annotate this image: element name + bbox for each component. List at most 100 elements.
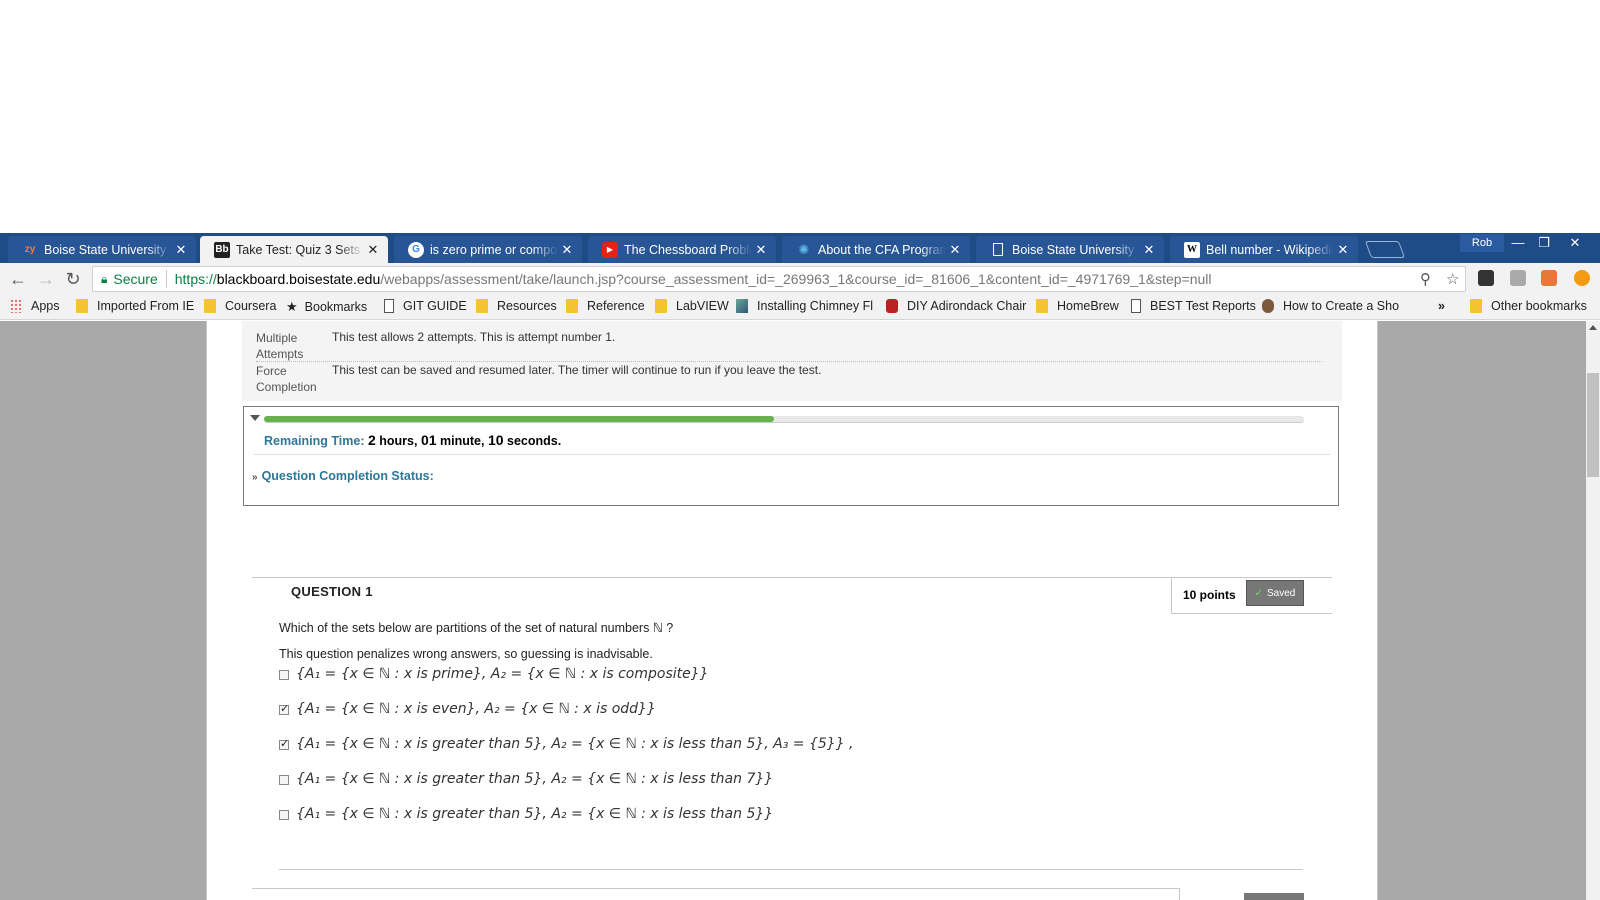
answer-label: {A₁ = {x ∈ ℕ : x is even}, A₂ = {x ∈ ℕ :… xyxy=(296,701,656,717)
bookmark-star-icon[interactable]: ☆ xyxy=(1446,270,1459,288)
close-tab-icon[interactable]: ✕ xyxy=(752,242,770,258)
url-host: blackboard.boisestate.edu xyxy=(216,271,381,287)
question-title: QUESTION 1 xyxy=(291,584,373,599)
answer-checkbox[interactable] xyxy=(279,670,289,680)
bookmark-imported-from-ie[interactable]: Imported From IE xyxy=(76,299,194,313)
multiple-attempts-value: This test allows 2 attempts. This is att… xyxy=(332,330,616,344)
bookmark-reference[interactable]: Reference xyxy=(566,299,645,313)
tab-youtube[interactable]: ▶ The Chessboard Problem ✕ xyxy=(588,236,776,263)
answer-label: {A₁ = {x ∈ ℕ : x is greater than 5}, A₂ … xyxy=(296,806,774,822)
collapse-triangle-icon[interactable] xyxy=(250,415,260,421)
youtube-icon: ▶ xyxy=(602,241,618,258)
address-bar[interactable]: 🔒︎ Secure https:// blackboard.boisestate… xyxy=(92,266,1466,292)
answer-option[interactable]: {A₁ = {x ∈ ℕ : x is prime}, A₂ = {x ∈ ℕ … xyxy=(279,666,709,682)
answer-label: {A₁ = {x ∈ ℕ : x is prime}, A₂ = {x ∈ ℕ … xyxy=(296,666,709,682)
close-tab-icon[interactable]: ✕ xyxy=(1334,242,1352,258)
timer-panel: Remaining Time: 2 hours, 01 minute, 10 s… xyxy=(243,406,1339,506)
answer-option[interactable]: {A₁ = {x ∈ ℕ : x is greater than 5}, A₂ … xyxy=(279,806,773,822)
extension-icon[interactable] xyxy=(1541,270,1557,286)
question-completion-status-toggle[interactable]: » Question Completion Status: xyxy=(252,469,434,483)
answer-option[interactable]: {A₁ = {x ∈ ℕ : x is greater than 5}, A₂ … xyxy=(279,736,854,752)
saved-badge[interactable]: ✓ Saved xyxy=(1246,580,1304,606)
next-question-header xyxy=(252,888,1180,900)
bookmark-bookmarks[interactable]: ★ Bookmarks xyxy=(286,299,367,315)
divider xyxy=(252,577,1332,578)
tab-google-search[interactable]: G is zero prime or composi ✕ xyxy=(394,236,582,263)
saved-label: Saved xyxy=(1267,587,1296,599)
question-text: Which of the sets below are partitions o… xyxy=(279,621,674,635)
bookmark-coursera[interactable]: Coursera xyxy=(204,299,276,313)
profile-button[interactable]: Rob xyxy=(1460,234,1504,252)
divider xyxy=(279,869,1303,870)
tab-cfa[interactable]: ✺ About the CFA Program ✕ xyxy=(782,236,970,263)
tab-title: is zero prime or composi xyxy=(430,242,558,257)
bookmark-git-guide[interactable]: GIT GUIDE xyxy=(384,299,467,313)
answer-checkbox[interactable] xyxy=(279,737,289,750)
time-progress-fill xyxy=(264,416,774,422)
tab-title: Boise State University - L xyxy=(1012,242,1140,257)
forward-icon[interactable]: → xyxy=(35,268,57,290)
more-bookmarks-button[interactable]: » xyxy=(1438,299,1445,313)
bookmark-diy-adirondack[interactable]: DIY Adirondack Chair xyxy=(886,299,1026,313)
bookmark-label: HomeBrew xyxy=(1057,299,1119,313)
seconds-value: 10 xyxy=(487,432,504,448)
answer-option[interactable]: {A₁ = {x ∈ ℕ : x is greater than 5}, A₂ … xyxy=(279,771,773,787)
remaining-time: Remaining Time: 2 hours, 01 minute, 10 s… xyxy=(264,432,561,448)
extension-icon[interactable] xyxy=(1510,270,1526,286)
answer-option[interactable]: {A₁ = {x ∈ ℕ : x is even}, A₂ = {x ∈ ℕ :… xyxy=(279,701,656,717)
close-tab-icon[interactable]: ✕ xyxy=(172,242,190,258)
answer-checkbox[interactable] xyxy=(279,702,289,715)
divider xyxy=(256,361,1322,362)
bookmark-label: DIY Adirondack Chair xyxy=(907,299,1027,313)
bookmark-homebrew[interactable]: HomeBrew xyxy=(1036,299,1119,313)
tab-boise-state[interactable]: Boise State University - L ✕ xyxy=(976,236,1164,263)
zoom-icon[interactable]: ⚲ xyxy=(1420,270,1431,288)
new-tab-button[interactable] xyxy=(1364,241,1406,258)
bookmark-best-test-reports[interactable]: BEST Test Reports xyxy=(1131,299,1256,313)
answer-checkbox[interactable] xyxy=(279,775,289,785)
hours-value: 2 xyxy=(367,432,376,448)
bookmark-label: Installing Chimney Fl xyxy=(757,299,874,313)
bookmark-label: BEST Test Reports xyxy=(1150,299,1256,313)
bookmark-resources[interactable]: Resources xyxy=(476,299,557,313)
restore-icon[interactable]: ❐ xyxy=(1531,234,1557,252)
close-window-icon[interactable]: ✕ xyxy=(1562,234,1588,252)
image-icon xyxy=(736,299,748,313)
bookmark-apps[interactable]: Apps xyxy=(10,299,60,313)
bookmark-label: Apps xyxy=(31,299,60,313)
bookmark-other[interactable]: Other bookmarks xyxy=(1470,299,1587,313)
bookmark-label: LabVIEW xyxy=(676,299,729,313)
next-question-saved-badge xyxy=(1244,893,1304,900)
answer-label: {A₁ = {x ∈ ℕ : x is greater than 5}, A₂ … xyxy=(296,771,774,787)
bookmark-labview[interactable]: LabVIEW xyxy=(655,299,729,313)
update-alert-icon[interactable] xyxy=(1574,270,1590,286)
scrollbar-thumb[interactable] xyxy=(1587,373,1599,477)
points-panel: 10 points ✓ Saved xyxy=(1171,578,1332,614)
bookmark-installing-chimney[interactable]: Installing Chimney Fl xyxy=(736,299,873,313)
folder-icon xyxy=(1470,299,1482,313)
extension-icon[interactable] xyxy=(1478,270,1494,286)
page-scrollbar[interactable] xyxy=(1586,321,1600,900)
tab-title: Take Test: Quiz 3 Sets and xyxy=(236,242,364,257)
close-tab-icon[interactable]: ✕ xyxy=(364,242,382,258)
close-tab-icon[interactable]: ✕ xyxy=(946,242,964,258)
scroll-up-icon[interactable] xyxy=(1589,325,1597,330)
globe-icon: ✺ xyxy=(798,241,810,257)
tab-take-test[interactable]: Bb Take Test: Quiz 3 Sets and ✕ xyxy=(200,236,388,263)
bookmark-label: How to Create a Sho xyxy=(1283,299,1399,313)
reload-icon[interactable]: ↻ xyxy=(62,268,84,290)
tab-wikipedia[interactable]: W Bell number - Wikipedia ✕ xyxy=(1170,236,1358,263)
minimize-icon[interactable]: — xyxy=(1505,234,1531,252)
bookmark-how-to-create[interactable]: How to Create a Sho xyxy=(1262,299,1399,313)
tab-zybooks[interactable]: zy Boise State University Ma ✕ xyxy=(8,236,196,263)
tab-strip: zy Boise State University Ma ✕ Bb Take T… xyxy=(0,233,1600,263)
checkmark-icon: ✓ xyxy=(1254,587,1264,599)
folder-icon xyxy=(1036,299,1048,313)
answer-checkbox[interactable] xyxy=(279,810,289,820)
answer-label: {A₁ = {x ∈ ℕ : x is greater than 5}, A₂ … xyxy=(296,736,854,752)
multiple-attempts-label: Multiple Attempts xyxy=(256,331,304,361)
back-icon[interactable]: ← xyxy=(7,268,29,290)
tab-title: About the CFA Program xyxy=(818,242,946,257)
close-tab-icon[interactable]: ✕ xyxy=(1140,242,1158,258)
close-tab-icon[interactable]: ✕ xyxy=(558,242,576,258)
